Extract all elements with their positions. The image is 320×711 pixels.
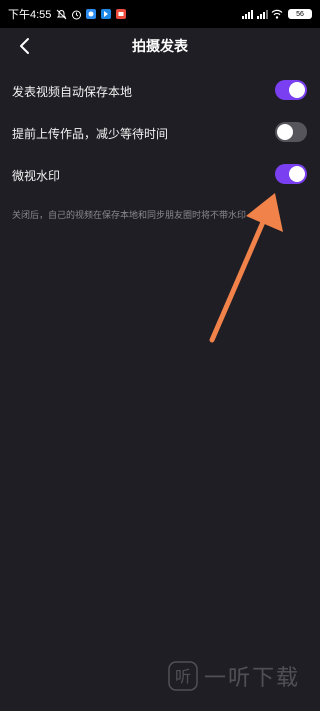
status-bar: 下午4:55 56 — [0, 0, 320, 28]
watermark-hint-text: 关闭后，自己的视频在保存本地和同步朋友圈时将不带水印 — [12, 211, 247, 221]
page-title: 拍摄发表 — [132, 39, 188, 55]
settings-list: 发表视频自动保存本地 提前上传作品，减少等待时间 微视水印 — [0, 70, 320, 196]
battery-level: 56 — [288, 9, 312, 19]
toggle-knob — [277, 124, 293, 140]
setting-pre-upload: 提前上传作品，减少等待时间 — [0, 112, 320, 154]
watermark-toggle[interactable] — [275, 164, 307, 184]
watermark-text: 一听下载 — [204, 666, 301, 691]
auto-save-toggle[interactable] — [275, 80, 307, 100]
watermark-logo: 听 — [168, 661, 198, 691]
header: 拍摄发表 — [0, 28, 320, 64]
signal-icon — [241, 8, 253, 20]
app-icon-3 — [115, 8, 127, 20]
mute-icon — [55, 8, 67, 20]
app-icon-2 — [100, 8, 112, 20]
back-button[interactable] — [14, 35, 36, 57]
toggle-knob — [289, 166, 305, 182]
status-right: 56 — [241, 8, 312, 20]
status-time: 下午4:55 — [8, 9, 52, 21]
setting-label: 微视水印 — [12, 168, 61, 183]
alarm-icon — [70, 8, 82, 20]
toggle-knob — [289, 82, 305, 98]
site-watermark: 听 一听下载 — [168, 660, 300, 692]
setting-watermark: 微视水印 — [0, 154, 320, 196]
setting-label: 发表视频自动保存本地 — [12, 84, 133, 99]
pre-upload-toggle[interactable] — [275, 122, 307, 142]
chevron-left-icon — [20, 38, 29, 54]
app-icon-1 — [85, 8, 97, 20]
wifi-icon — [271, 8, 283, 20]
screen: 下午4:55 56 拍摄发表 发表视频自动保存本地 提前上传作品，减少等待时间 … — [0, 0, 320, 711]
svg-text:听: 听 — [175, 667, 191, 686]
signal-icon — [256, 8, 268, 20]
setting-label: 提前上传作品，减少等待时间 — [12, 126, 169, 141]
setting-auto-save-local: 发表视频自动保存本地 — [0, 70, 320, 112]
